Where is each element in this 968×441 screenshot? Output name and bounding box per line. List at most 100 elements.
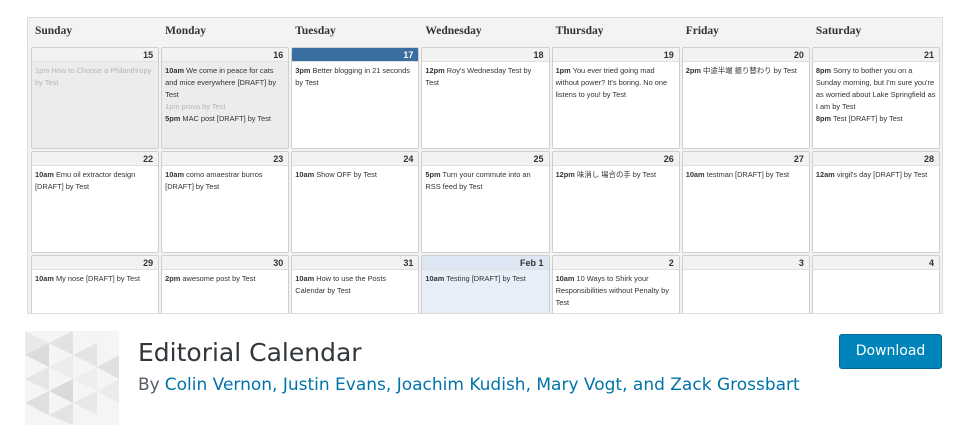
post-time: 10am bbox=[165, 170, 185, 179]
post-time: 10am bbox=[35, 170, 54, 179]
calendar-day-cell[interactable]: 3 bbox=[681, 255, 810, 313]
calendar-post[interactable]: 10am 10 Ways to Shirk your Responsibilit… bbox=[556, 273, 676, 309]
post-title: My nose [DRAFT] by Test bbox=[55, 274, 141, 283]
day-posts: 5pm Turn your commute into an RSS feed b… bbox=[422, 166, 548, 193]
day-posts: 10am We come in peace for cats and mice … bbox=[162, 62, 288, 125]
calendar-post[interactable]: 10am Testing [DRAFT] by Test bbox=[425, 273, 545, 285]
calendar-day-cell[interactable]: 17 3pm Better blogging in 21 seconds by T… bbox=[291, 47, 420, 149]
day-posts: 12am virgil's day [DRAFT] by Test bbox=[813, 166, 939, 181]
calendar-post[interactable]: 5pm MAC post [DRAFT] by Test bbox=[165, 113, 285, 125]
day-posts: 10am Emu oil extractor design [DRAFT] by… bbox=[32, 166, 158, 193]
calendar-post[interactable]: 8pm Test [DRAFT] by Test bbox=[816, 113, 936, 125]
day-posts: 10am 10 Ways to Shirk your Responsibilit… bbox=[553, 270, 679, 309]
calendar-day-cell[interactable]: 23 10am como amaestrar burros [DRAFT] by … bbox=[161, 151, 290, 253]
day-header-tuesday: Tuesday bbox=[295, 25, 336, 37]
day-number: 15 bbox=[32, 48, 159, 62]
calendar-post[interactable]: 2pm 中途半端 振り替わり by Test bbox=[686, 65, 806, 77]
calendar-post[interactable]: 1pm How to Choose a Philanthropy by Test bbox=[35, 65, 155, 89]
geometric-pattern-icon bbox=[25, 331, 119, 425]
post-time: 5pm bbox=[425, 170, 441, 179]
day-posts: 1pm How to Choose a Philanthropy by Test bbox=[32, 62, 158, 89]
calendar-day-cell[interactable]: 21 8pm Sorry to bother you on a Sunday mo… bbox=[811, 47, 940, 149]
calendar-post[interactable]: 10am Emu oil extractor design [DRAFT] by… bbox=[35, 169, 155, 193]
post-time: 12am bbox=[815, 170, 835, 179]
calendar-day-cell[interactable]: 16 10am We come in peace for cats and mic… bbox=[161, 47, 290, 149]
calendar-post[interactable]: 12am virgil's day [DRAFT] by Test bbox=[816, 169, 936, 181]
calendar-post[interactable]: 1pm You ever tried going mad without pow… bbox=[556, 65, 676, 101]
post-title: prova by Test bbox=[181, 102, 226, 111]
calendar-post[interactable]: 12pm 味消し 場合の手 by Test bbox=[556, 169, 676, 181]
calendar-day-cell[interactable]: 31 10am How to use the Posts Calendar by … bbox=[291, 255, 420, 313]
calendar-day-cell[interactable]: 29 10am My nose [DRAFT] by Test bbox=[31, 255, 160, 313]
calendar-day-cell[interactable]: 24 10am Show OFF by Test bbox=[291, 151, 420, 253]
day-number: 24 bbox=[292, 152, 419, 166]
calendar-day-cell[interactable]: 2 10am 10 Ways to Shirk your Responsibili… bbox=[551, 255, 680, 313]
calendar-post[interactable]: 10am testman [DRAFT] by Test bbox=[686, 169, 806, 181]
post-time: 10am bbox=[165, 66, 185, 75]
calendar-day-cell[interactable]: 15 1pm How to Choose a Philanthropy by Te… bbox=[31, 47, 160, 149]
calendar-weeks: 15 1pm How to Choose a Philanthropy by Te… bbox=[28, 45, 942, 313]
day-posts: 12pm Roy's Wednesday Test by Test bbox=[422, 62, 548, 89]
calendar-post[interactable]: 10am How to use the Posts Calendar by Te… bbox=[295, 273, 415, 297]
post-time: 10am bbox=[425, 274, 445, 283]
post-title: Better blogging in 21 seconds by Test bbox=[295, 66, 410, 87]
day-number: 21 bbox=[812, 48, 939, 62]
post-time: 8pm bbox=[815, 66, 832, 75]
post-title: awesome post by Test bbox=[182, 274, 256, 283]
post-time: 2pm bbox=[685, 66, 701, 75]
calendar-post[interactable]: 12pm Roy's Wednesday Test by Test bbox=[425, 65, 545, 89]
post-time: 10am bbox=[685, 170, 705, 179]
calendar-post[interactable]: 10am My nose [DRAFT] by Test bbox=[35, 273, 155, 285]
calendar-post[interactable]: 2pm awesome post by Test bbox=[165, 273, 285, 285]
calendar-day-headers: Sunday Monday Tuesday Wednesday Thursday Frid… bbox=[28, 18, 942, 45]
calendar-post[interactable]: 1pm prova by Test bbox=[165, 101, 285, 113]
post-title: How to Choose a Philanthropy by Test bbox=[35, 66, 152, 87]
authors-links[interactable]: Colin Vernon, Justin Evans, Joachim Kudi… bbox=[165, 375, 800, 395]
calendar-post[interactable]: 8pm Sorry to bother you on a Sunday morn… bbox=[816, 65, 936, 113]
post-time: 1pm bbox=[165, 102, 180, 111]
post-title: 味消し 場合の手 by Test bbox=[576, 170, 657, 179]
calendar-day-cell[interactable]: 25 5pm Turn your commute into an RSS feed… bbox=[421, 151, 550, 253]
post-time: 12pm bbox=[425, 66, 445, 75]
calendar-day-cell[interactable]: 30 2pm awesome post by Test bbox=[161, 255, 290, 313]
post-time: 1pm bbox=[35, 66, 50, 75]
day-header-thursday: Thursday bbox=[555, 25, 604, 37]
day-number: 27 bbox=[682, 152, 809, 166]
day-number: 4 bbox=[812, 256, 939, 270]
calendar-day-cell[interactable]: 20 2pm 中途半端 振り替わり by Test bbox=[681, 47, 810, 149]
day-number: Feb 1 bbox=[422, 256, 549, 270]
calendar-post[interactable]: 5pm Turn your commute into an RSS feed b… bbox=[425, 169, 545, 193]
post-title: 中途半端 振り替わり by Test bbox=[702, 66, 797, 75]
day-number: 19 bbox=[552, 48, 679, 62]
post-time: 10am bbox=[35, 274, 54, 283]
calendar-post[interactable]: 10am como amaestrar burros [DRAFT] by Te… bbox=[165, 169, 285, 193]
calendar-day-cell[interactable]: 26 12pm 味消し 場合の手 by Test bbox=[551, 151, 680, 253]
calendar-post[interactable]: 10am Show OFF by Test bbox=[295, 169, 415, 181]
calendar-post[interactable]: 10am We come in peace for cats and mice … bbox=[165, 65, 285, 101]
calendar-day-cell[interactable]: 18 12pm Roy's Wednesday Test by Test bbox=[421, 47, 550, 149]
post-title: Sorry to bother you on a Sunday morning,… bbox=[815, 66, 936, 111]
calendar-day-cell[interactable]: Feb 1 10am Testing [DRAFT] by Test bbox=[421, 255, 550, 313]
calendar-day-cell[interactable]: 22 10am Emu oil extractor design [DRAFT] … bbox=[31, 151, 160, 253]
calendar-post[interactable]: 3pm Better blogging in 21 seconds by Tes… bbox=[295, 65, 415, 89]
download-button[interactable]: Download bbox=[839, 334, 942, 369]
post-title: virgil's day [DRAFT] by Test bbox=[836, 170, 928, 179]
day-header-monday: Monday bbox=[165, 25, 207, 37]
day-header-wednesday: Wednesday bbox=[425, 25, 482, 37]
day-number: 29 bbox=[32, 256, 159, 270]
day-posts: 12pm 味消し 場合の手 by Test bbox=[553, 166, 679, 181]
day-number: 18 bbox=[422, 48, 549, 62]
day-number: 3 bbox=[682, 256, 809, 270]
day-number: 20 bbox=[682, 48, 809, 62]
day-number: 26 bbox=[552, 152, 679, 166]
calendar-day-cell[interactable]: 28 12am virgil's day [DRAFT] by Test bbox=[811, 151, 940, 253]
post-title: You ever tried going mad without power? … bbox=[555, 66, 668, 99]
calendar-day-cell[interactable]: 19 1pm You ever tried going mad without p… bbox=[551, 47, 680, 149]
day-posts: 2pm 中途半端 振り替わり by Test bbox=[683, 62, 809, 77]
day-posts: 10am Show OFF by Test bbox=[292, 166, 418, 181]
day-number: 25 bbox=[422, 152, 549, 166]
calendar-day-cell[interactable]: 27 10am testman [DRAFT] by Test bbox=[681, 151, 810, 253]
day-posts bbox=[683, 270, 809, 273]
day-posts bbox=[813, 270, 939, 273]
calendar-day-cell[interactable]: 4 bbox=[811, 255, 940, 313]
